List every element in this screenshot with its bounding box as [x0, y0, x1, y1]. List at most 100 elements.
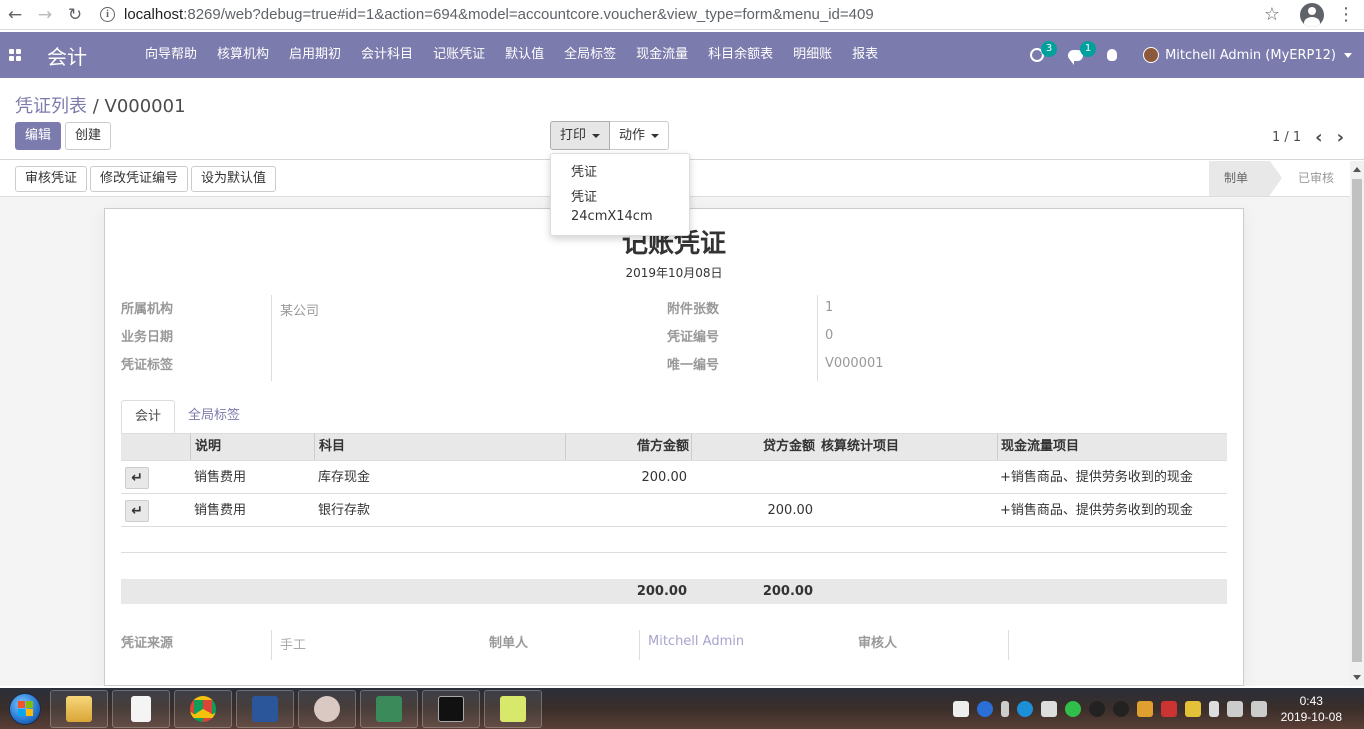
- column-stat-items[interactable]: 核算统计项目: [821, 434, 899, 460]
- label-divider: [271, 630, 272, 660]
- browser-menu-icon[interactable]: ⋮: [1334, 4, 1358, 25]
- print-dropdown-button[interactable]: 打印: [550, 121, 611, 150]
- reverse-arrow-icon[interactable]: ↵: [125, 500, 149, 522]
- notebook-tabs: 会计 全局标签: [121, 400, 253, 434]
- entries-table: 说明 科目 借方金额 贷方金额 核算统计项目 现金流量项目 ↵ 销售费用 库存现…: [121, 433, 1227, 604]
- browser-tray-icon[interactable]: [1016, 700, 1033, 717]
- menu-item-wizard-help[interactable]: 向导帮助: [135, 32, 207, 78]
- menu-item-org[interactable]: 核算机构: [207, 32, 279, 78]
- network-taskbar-icon[interactable]: [360, 689, 418, 728]
- qq-icon[interactable]: [1112, 700, 1129, 717]
- column-description[interactable]: 说明: [195, 434, 221, 460]
- word-taskbar-icon[interactable]: [236, 689, 294, 728]
- menu-item-cashflow[interactable]: 现金流量: [626, 32, 698, 78]
- pager: 1 / 1 ‹ ›: [1272, 127, 1344, 148]
- main-navbar: 会计 向导帮助 核算机构 启用期初 会计科目 记账凭证 默认值 全局标签 现金流…: [0, 32, 1364, 78]
- messaging-menu[interactable]: 1: [1056, 32, 1097, 78]
- table-row[interactable]: ↵ 销售费用 银行存款 200.00 +销售商品、提供劳务收到的现金: [121, 494, 1227, 527]
- speaker-muted-icon[interactable]: [1136, 700, 1153, 717]
- chevron-left-icon[interactable]: ‹: [1315, 127, 1322, 148]
- voucher-no-label: 凭证编号: [667, 330, 720, 345]
- url-text[interactable]: localhost:8269/web?debug=true#id=1&actio…: [124, 6, 874, 23]
- menu-item-accounts[interactable]: 会计科目: [351, 32, 423, 78]
- reverse-arrow-icon[interactable]: ↵: [125, 467, 149, 489]
- chevron-right-icon[interactable]: ›: [1337, 127, 1344, 148]
- label-divider: [817, 295, 818, 381]
- column-cashflow[interactable]: 现金流量项目: [1001, 434, 1079, 460]
- explorer-taskbar-icon[interactable]: [50, 689, 108, 728]
- network-signal-icon[interactable]: [1226, 700, 1243, 717]
- biz-date-label: 业务日期: [121, 330, 174, 345]
- maker-label: 制单人: [489, 636, 529, 651]
- action-label: 动作: [619, 128, 646, 143]
- activity-menu[interactable]: 3: [1018, 32, 1058, 78]
- bookmark-star-icon[interactable]: ☆: [1254, 4, 1290, 25]
- document-taskbar-icon[interactable]: [112, 689, 170, 728]
- print-voucher-item[interactable]: 凭证: [551, 160, 689, 185]
- menu-item-defaults[interactable]: 默认值: [495, 32, 554, 78]
- pen-icon[interactable]: [1000, 700, 1009, 717]
- print-voucher-24x14-item[interactable]: 凭证24cmX14cm: [551, 185, 689, 229]
- menu-item-opening[interactable]: 启用期初: [279, 32, 351, 78]
- menu-item-global-tags[interactable]: 全局标签: [554, 32, 626, 78]
- activity-count-badge: 3: [1041, 41, 1058, 57]
- wechat-icon[interactable]: [1064, 700, 1081, 717]
- account-icon[interactable]: [1300, 2, 1324, 27]
- app-brand[interactable]: 会计: [47, 41, 135, 70]
- scroll-thumb[interactable]: [1352, 179, 1362, 662]
- qq-icon[interactable]: [1088, 700, 1105, 717]
- menu-item-ledger[interactable]: 明细账: [783, 32, 842, 78]
- scroll-up-icon[interactable]: [1353, 167, 1361, 172]
- chrome-taskbar-icon[interactable]: [174, 689, 232, 728]
- ime-icon[interactable]: [952, 700, 969, 717]
- info-icon[interactable]: i: [100, 7, 115, 22]
- forward-arrow-icon[interactable]: →: [30, 1, 60, 29]
- change-voucher-number-button[interactable]: 修改凭证编号: [90, 166, 189, 192]
- shield-icon[interactable]: [1184, 700, 1201, 717]
- breadcrumb-separator: /: [87, 96, 105, 117]
- label-divider: [639, 630, 640, 660]
- flag-icon[interactable]: [1160, 700, 1177, 717]
- column-credit[interactable]: 贷方金额: [763, 434, 815, 460]
- help-icon[interactable]: [976, 700, 993, 717]
- stage-approved[interactable]: 已审核: [1269, 161, 1350, 196]
- create-button[interactable]: 创建: [65, 122, 112, 150]
- scroll-down-icon[interactable]: [1353, 675, 1361, 680]
- total-credit: 200.00: [762, 584, 813, 599]
- maker-value[interactable]: Mitchell Admin: [648, 634, 744, 649]
- set-default-button[interactable]: 设为默认值: [191, 166, 277, 192]
- menu-item-balance[interactable]: 科目余额表: [698, 32, 783, 78]
- tab-accounting[interactable]: 会计: [121, 400, 176, 434]
- system-clock[interactable]: 0:43 2019-10-08: [1281, 693, 1342, 725]
- action-dropdown-button[interactable]: 动作: [610, 121, 670, 150]
- attachments-value: 1: [825, 300, 834, 315]
- approve-voucher-button[interactable]: 审核凭证: [15, 166, 88, 192]
- menu-item-vouchers[interactable]: 记账凭证: [423, 32, 495, 78]
- address-bar[interactable]: i localhost:8269/web?debug=true#id=1&act…: [90, 1, 1254, 29]
- tab-global-tags[interactable]: 全局标签: [175, 400, 253, 434]
- edit-button[interactable]: 编辑: [15, 122, 62, 150]
- stage-draft[interactable]: 制单: [1208, 161, 1283, 196]
- breadcrumb-voucher-list[interactable]: 凭证列表: [15, 96, 87, 117]
- usb-icon[interactable]: [1208, 700, 1219, 717]
- pager-value[interactable]: 1 / 1: [1272, 130, 1301, 145]
- os-taskbar: 0:43 2019-10-08: [0, 688, 1364, 729]
- apps-grid-icon[interactable]: [0, 32, 30, 78]
- notepad-taskbar-icon[interactable]: [484, 689, 542, 728]
- terminal-taskbar-icon[interactable]: [422, 689, 480, 728]
- column-account[interactable]: 科目: [319, 434, 345, 460]
- menu-item-reports[interactable]: 报表: [842, 32, 888, 78]
- debug-menu[interactable]: [1095, 32, 1129, 78]
- avatar: [1143, 47, 1160, 63]
- start-button[interactable]: [4, 689, 46, 729]
- back-arrow-icon[interactable]: ←: [0, 1, 30, 29]
- user-menu[interactable]: Mitchell Admin (MyERP12): [1129, 47, 1364, 63]
- volume-icon[interactable]: [1250, 700, 1267, 717]
- column-debit[interactable]: 借方金额: [637, 434, 689, 460]
- vertical-scrollbar[interactable]: [1350, 161, 1364, 686]
- image-app-taskbar-icon[interactable]: [298, 689, 356, 728]
- reload-icon[interactable]: ↻: [60, 1, 90, 29]
- table-row[interactable]: ↵ 销售费用 库存现金 200.00 +销售商品、提供劳务收到的现金: [121, 461, 1227, 494]
- window-icon[interactable]: [1040, 700, 1057, 717]
- add-line-row[interactable]: [121, 527, 1227, 553]
